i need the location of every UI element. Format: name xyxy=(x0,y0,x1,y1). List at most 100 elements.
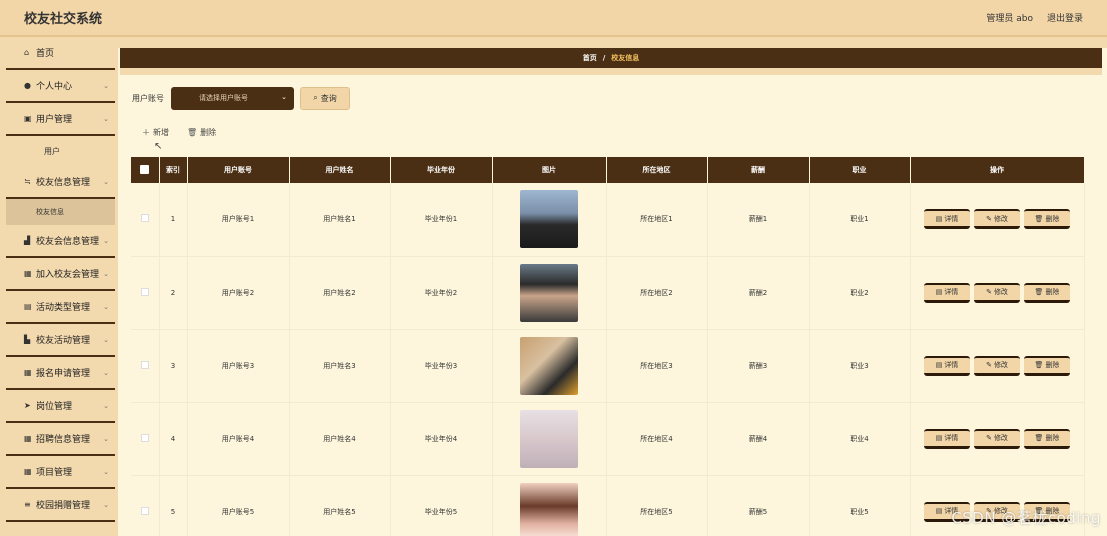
cell-image xyxy=(492,183,607,257)
chevron-down-icon: ⌄ xyxy=(103,434,109,443)
man-portrait-photo[interactable] xyxy=(520,263,578,322)
cell-region: 所在地区4 xyxy=(606,402,708,476)
sidebar-item-label: 招聘信息管理 xyxy=(36,435,91,445)
cell-account: 用户账号2 xyxy=(187,256,290,330)
chevron-down-icon: ⌄ xyxy=(103,500,109,509)
search-bar: 用户账号 请选择用户账号 ⌄ ⌕ 查询 xyxy=(132,86,350,110)
cell-salary: 薪酬2 xyxy=(707,256,810,330)
chevron-down-icon: ⌄ xyxy=(281,92,287,101)
cell-index: 4 xyxy=(159,402,188,476)
sidebar-item-user-management[interactable]: ▣ 用户管理 ⌄ xyxy=(6,103,115,136)
sidebar-item-alumni-activity-management[interactable]: ▙ 校友活动管理 ⌄ xyxy=(6,324,115,357)
sidebar-subitem-alumni-info[interactable]: 校友信息 xyxy=(6,199,115,225)
column-header: 用户账号 xyxy=(187,157,290,183)
row-checkbox[interactable] xyxy=(131,329,160,403)
edit-button[interactable]: ✎ 修改 xyxy=(974,355,1020,376)
chevron-down-icon: ⌄ xyxy=(103,467,109,476)
chevron-down-icon: ⌄ xyxy=(103,335,109,344)
select-all-checkbox[interactable] xyxy=(131,157,160,183)
sidebar-item-label: 校园捐赠管理 xyxy=(36,501,91,511)
sidebar-item-alumni-association-management[interactable]: ▟ 校友会信息管理 ⌄ xyxy=(6,225,115,258)
delete-button[interactable]: 🗑 删除 xyxy=(1024,209,1070,230)
chart-icon: ▙ xyxy=(24,335,31,344)
add-button-label: 新增 xyxy=(153,128,169,137)
delete-button[interactable]: 🗑 删除 xyxy=(1024,282,1070,303)
column-header: 薪酬 xyxy=(707,157,810,183)
detail-button[interactable]: ▤ 详情 xyxy=(924,282,970,303)
sidebar-item-donation-management[interactable]: ≡ 校园捐赠管理 ⌄ xyxy=(6,489,115,522)
chevron-down-icon: ⌄ xyxy=(103,114,109,123)
sidebar-item-label: 校友活动管理 xyxy=(36,336,91,346)
cell-name: 用户姓名4 xyxy=(289,402,391,476)
edit-button[interactable]: ✎ 修改 xyxy=(974,428,1020,449)
sidebar-item-join-association-management[interactable]: ▦ 加入校友会管理 ⌄ xyxy=(6,258,115,291)
account-select[interactable]: 请选择用户账号 ⌄ xyxy=(171,86,294,110)
search-icon: ⌕ xyxy=(313,93,318,102)
delete-button-label: 删除 xyxy=(1045,288,1060,296)
sidebar-item-recruitment-management[interactable]: ▦ 招聘信息管理 ⌄ xyxy=(6,423,115,456)
plus-icon: ＋ xyxy=(142,128,150,137)
cell-actions: ▤ 详情 ✎ 修改 🗑 删除 xyxy=(910,183,1085,257)
sidebar-item-alumni-info-management[interactable]: ≒ 校友信息管理 ⌄ xyxy=(6,166,115,199)
search-button[interactable]: ⌕ 查询 xyxy=(300,86,350,110)
sidebar-item-position-management[interactable]: ➤ 岗位管理 ⌄ xyxy=(6,390,115,423)
detail-button[interactable]: ▤ 详情 xyxy=(924,428,970,449)
sidebar-item-label: 校友会信息管理 xyxy=(36,237,100,247)
chevron-down-icon: ⌄ xyxy=(103,177,109,186)
breadcrumb-current: 校友信息 xyxy=(611,54,640,62)
woman-portrait-photo[interactable] xyxy=(520,409,578,468)
edit-button[interactable]: ✎ 修改 xyxy=(974,209,1020,230)
account-select-placeholder: 请选择用户账号 xyxy=(199,94,248,102)
chevron-down-icon: ⌄ xyxy=(103,302,109,311)
cell-name: 用户姓名5 xyxy=(289,475,391,536)
cell-index: 5 xyxy=(159,475,188,536)
sidebar-item-registration-management[interactable]: ▦ 报名申请管理 ⌄ xyxy=(6,357,115,390)
sidebar-item-label: 岗位管理 xyxy=(36,402,73,412)
home-icon: ⌂ xyxy=(24,48,30,57)
detail-button[interactable]: ▤ 详情 xyxy=(924,209,970,230)
pencil-icon: ✎ xyxy=(986,214,992,223)
table-row: 1 用户账号1 用户姓名1 毕业年份1 所在地区1 薪酬1 职业1 ▤ 详情 ✎ 修… xyxy=(131,183,1085,257)
sidebar-item-project-management[interactable]: ▦ 项目管理 ⌄ xyxy=(6,456,115,489)
document-icon: ▤ xyxy=(935,361,943,369)
sidebar-item-activity-type-management[interactable]: ▤ 活动类型管理 ⌄ xyxy=(6,291,115,324)
action-row: ＋新增 🗑 删除 xyxy=(142,127,216,138)
clipboard-icon: ▤ xyxy=(24,302,32,311)
cell-year: 毕业年份2 xyxy=(390,256,493,330)
edit-button[interactable]: ✎ 修改 xyxy=(974,282,1020,303)
row-checkbox[interactable] xyxy=(131,183,160,257)
edit-button-label: 修改 xyxy=(993,214,1008,223)
cell-job: 职业1 xyxy=(809,183,911,257)
cell-salary: 薪酬5 xyxy=(707,475,810,536)
detail-button-label: 详情 xyxy=(944,434,959,442)
trash-icon: 🗑 xyxy=(187,128,198,137)
anime-girl-illustration[interactable] xyxy=(520,482,578,536)
cell-index: 1 xyxy=(159,183,188,257)
admin-user-label[interactable]: 管理员 abo xyxy=(986,11,1033,24)
cell-salary: 薪酬1 xyxy=(707,183,810,257)
cell-account: 用户账号3 xyxy=(187,329,290,403)
delete-button[interactable]: 🗑 删除 xyxy=(1024,355,1070,376)
delete-button-label: 删除 xyxy=(1045,361,1060,369)
table-row: 5 用户账号5 用户姓名5 毕业年份5 所在地区5 薪酬5 职业5 ▤ 详情 ✎ 修… xyxy=(131,475,1085,536)
row-checkbox[interactable] xyxy=(131,256,160,330)
sidebar-subitem-users[interactable]: 用户 xyxy=(6,136,118,166)
detail-button-label: 详情 xyxy=(944,214,959,223)
delete-button[interactable]: 🗑 删除 xyxy=(1024,428,1070,449)
trash-icon: 🗑 xyxy=(1034,288,1044,296)
breadcrumb-home[interactable]: 首页 xyxy=(583,53,597,63)
cell-year: 毕业年份3 xyxy=(390,329,493,403)
sidebar-item-personal-center[interactable]: ● 个人中心 ⌄ xyxy=(6,70,115,103)
dog-photo[interactable] xyxy=(520,190,578,249)
row-checkbox[interactable] xyxy=(131,475,160,536)
cell-image xyxy=(492,402,607,476)
batch-delete-button[interactable]: 🗑 删除 xyxy=(187,127,216,138)
logout-link[interactable]: 退出登录 xyxy=(1047,11,1083,24)
detail-button-label: 详情 xyxy=(944,361,959,369)
young-man-photo[interactable] xyxy=(520,336,578,395)
sidebar-item-label: 活动类型管理 xyxy=(36,303,91,313)
detail-button[interactable]: ▤ 详情 xyxy=(924,355,970,376)
row-checkbox[interactable] xyxy=(131,402,160,476)
sidebar-item-home[interactable]: ⌂ 首页 xyxy=(6,37,115,70)
add-button[interactable]: ＋新增 xyxy=(142,127,169,138)
